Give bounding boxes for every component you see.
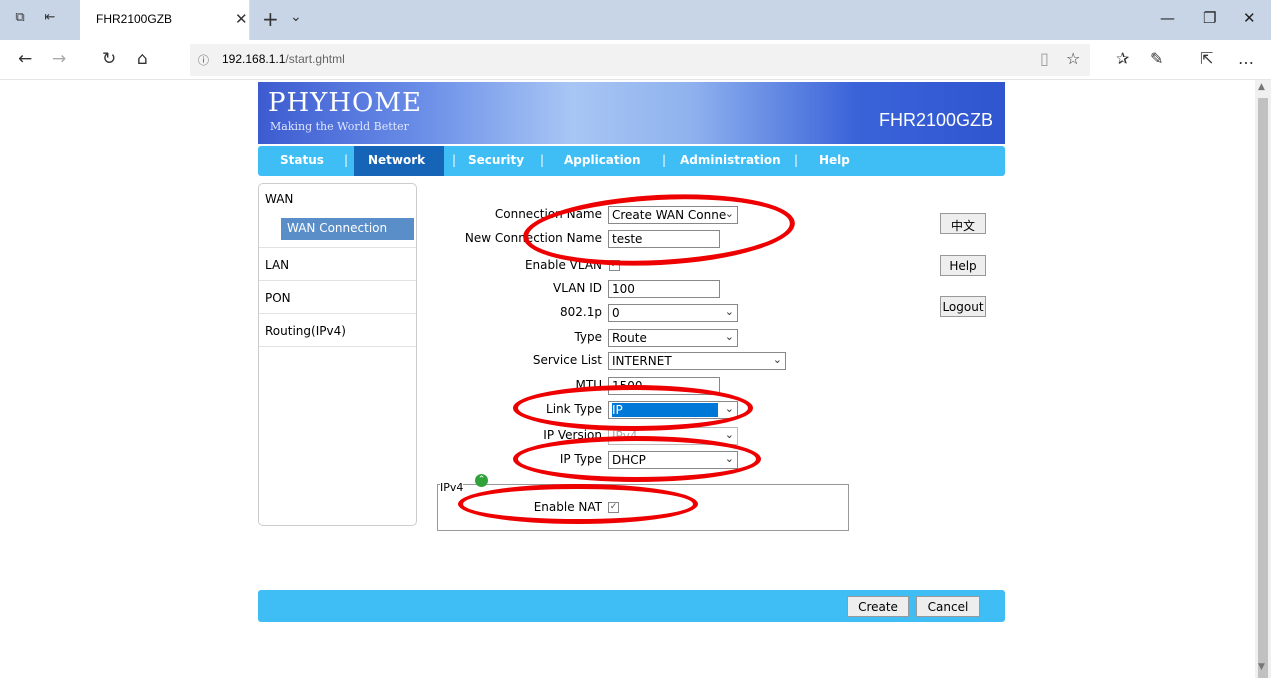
brand-slogan: Making the World Better: [270, 120, 409, 133]
reading-view-icon[interactable]: ▯: [1040, 49, 1049, 68]
logout-button[interactable]: Logout: [940, 296, 986, 317]
share-icon[interactable]: ⇱: [1200, 49, 1213, 68]
browser-tab[interactable]: FHR2100GZB ✕: [80, 0, 250, 40]
menu-administration[interactable]: Administration: [680, 153, 781, 167]
vlan-id-value: 100: [612, 282, 635, 296]
chevron-down-icon[interactable]: ⌄: [290, 9, 302, 25]
menu-help[interactable]: Help: [819, 153, 850, 167]
favorite-star-icon[interactable]: ☆: [1066, 49, 1080, 68]
sidebar-item-label: Routing(IPv4): [265, 324, 346, 338]
sidebar: WAN WAN Connection LAN PON Routing(IPv4): [258, 183, 417, 526]
vlan-id-label: VLAN ID: [553, 281, 602, 295]
cancel-button[interactable]: Cancel: [916, 596, 980, 617]
8021p-select[interactable]: 0 ⌄: [608, 304, 738, 322]
sidebar-item-label: LAN: [265, 258, 290, 272]
browser-titlebar: ⧉ ⇤ FHR2100GZB ✕ + ⌄ — ❐ ✕: [0, 0, 1271, 40]
sidebar-item-label: WAN: [265, 192, 294, 206]
menu-security[interactable]: Security: [468, 153, 524, 167]
service-list-label: Service List: [532, 353, 602, 367]
page-scrollbar[interactable]: ▲ ▼: [1255, 80, 1271, 678]
url-path: /start.ghtml: [285, 52, 345, 66]
window-close-icon[interactable]: ✕: [1243, 9, 1256, 27]
collapse-up-icon[interactable]: ⌃: [475, 474, 488, 487]
sidebar-item-label: WAN Connection: [287, 221, 388, 235]
sidebar-item-routing[interactable]: Routing(IPv4): [259, 315, 416, 347]
url-field[interactable]: ⓘ 192.168.1.1/start.ghtml: [190, 44, 1090, 76]
menu-network[interactable]: Network: [368, 153, 425, 167]
close-icon[interactable]: ✕: [235, 10, 248, 28]
minimize-icon[interactable]: —: [1160, 9, 1175, 27]
tab-title: FHR2100GZB: [96, 12, 173, 26]
menu-separator: |: [540, 153, 545, 167]
type-value: Route: [612, 331, 647, 345]
device-model: FHR2100GZB: [878, 110, 993, 130]
8021p-label: 802.1p: [560, 305, 602, 319]
chevron-down-icon: ⌄: [772, 353, 782, 366]
scroll-up-icon[interactable]: ▲: [1258, 82, 1265, 92]
menu-application[interactable]: Application: [564, 153, 641, 167]
brand-logo: PHYHOME: [268, 88, 422, 118]
chevron-down-icon: ⌄: [724, 305, 734, 318]
highlight-ellipse: [513, 436, 761, 482]
menu-separator: |: [794, 153, 799, 167]
highlight-ellipse: [513, 385, 753, 431]
sidebar-item-pon[interactable]: PON: [259, 282, 416, 314]
favorites-hub-icon[interactable]: ✰: [1116, 49, 1129, 68]
tab-set-aside-icon[interactable]: ⧉: [10, 10, 30, 28]
action-bar: Create Cancel: [258, 590, 1005, 622]
menu-separator: |: [344, 153, 349, 167]
highlight-ellipse: [458, 484, 698, 524]
sidebar-item-lan[interactable]: LAN: [259, 249, 416, 281]
tab-preview-icon[interactable]: ⇤: [40, 10, 60, 28]
service-list-value: INTERNET: [612, 354, 672, 368]
menu-separator: |: [662, 153, 667, 167]
menu-separator: |: [452, 153, 457, 167]
router-banner: PHYHOME Making the World Better FHR2100G…: [258, 82, 1005, 144]
highlight-ellipse: [521, 187, 797, 273]
8021p-value: 0: [612, 306, 620, 320]
maximize-icon[interactable]: ❐: [1203, 9, 1216, 27]
back-icon[interactable]: ←: [18, 49, 32, 69]
chevron-down-icon: ⌄: [724, 330, 734, 343]
scroll-thumb[interactable]: [1258, 98, 1268, 678]
notes-pen-icon[interactable]: ✎: [1150, 49, 1163, 68]
more-icon[interactable]: …: [1238, 49, 1254, 68]
service-list-select[interactable]: INTERNET ⌄: [608, 352, 786, 370]
scroll-down-icon[interactable]: ▼: [1258, 662, 1265, 672]
address-bar: ← → ↻ ⌂ ⓘ 192.168.1.1/start.ghtml ▯ ☆ ✰ …: [0, 40, 1271, 80]
refresh-icon[interactable]: ↻: [102, 49, 116, 69]
forward-icon[interactable]: →: [52, 49, 66, 69]
help-button[interactable]: Help: [940, 255, 986, 276]
url-host: 192.168.1.1: [222, 52, 286, 66]
home-icon[interactable]: ⌂: [137, 49, 148, 69]
info-icon[interactable]: ⓘ: [198, 52, 209, 68]
new-tab-icon[interactable]: +: [262, 7, 279, 31]
create-button[interactable]: Create: [847, 596, 909, 617]
chevron-down-icon: ⌄: [724, 428, 734, 441]
vlan-id-input[interactable]: 100: [608, 280, 720, 298]
ipv4-legend: IPv4: [440, 481, 464, 494]
url-text: 192.168.1.1/start.ghtml: [222, 52, 345, 66]
menu-status[interactable]: Status: [280, 153, 324, 167]
type-select[interactable]: Route ⌄: [608, 329, 738, 347]
main-menu: Status | Network | Security | Applicatio…: [258, 146, 1005, 176]
sidebar-item-wan-connection[interactable]: WAN Connection: [281, 218, 414, 240]
sidebar-item-label: PON: [265, 291, 291, 305]
type-label: Type: [574, 330, 602, 344]
chinese-language-button[interactable]: 中文: [940, 213, 986, 234]
